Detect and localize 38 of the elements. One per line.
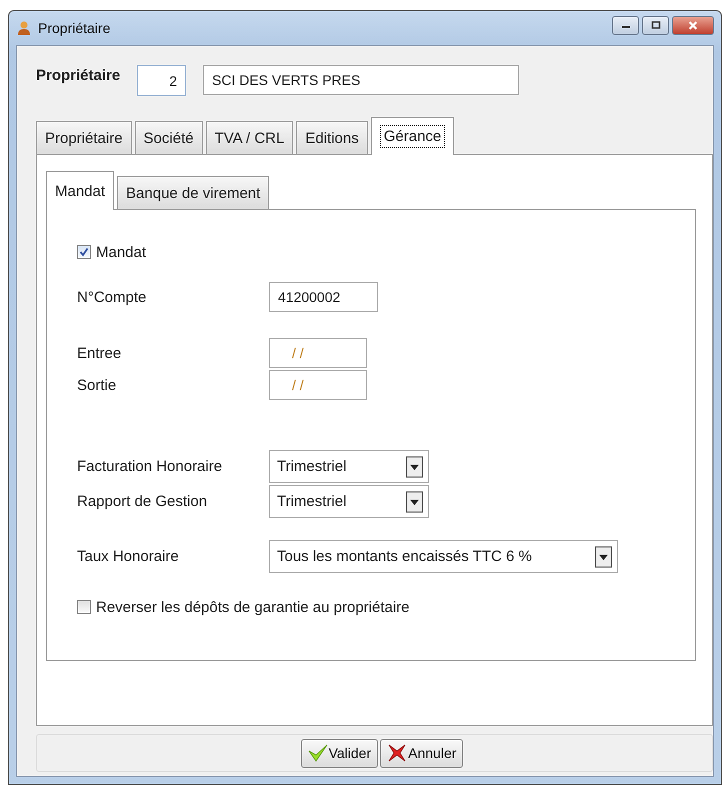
checkbox[interactable] (77, 600, 91, 614)
checkbox-label: Reverser les dépôts de garantie au propriétaire (96, 598, 410, 616)
owner-label: Propriétaire (36, 67, 122, 84)
checkbox-label: Mandat (96, 244, 146, 260)
dropdown[interactable]: Trimestriel (269, 485, 429, 518)
tab[interactable]: TVA / CRL (206, 121, 294, 154)
tab[interactable]: Gérance (370, 117, 454, 155)
tab[interactable]: Propriétaire (36, 121, 132, 154)
field-label: Rapport de Gestion (77, 493, 208, 510)
field-label: N°Compte (77, 288, 148, 306)
input-field[interactable]: 41200002 (269, 282, 378, 312)
close-button[interactable] (672, 16, 714, 34)
dropdown[interactable]: Trimestriel (269, 450, 429, 483)
tab[interactable]: Mandat (46, 171, 114, 210)
checkmark-icon (308, 744, 328, 762)
tab[interactable]: Editions (296, 121, 368, 154)
caret-icon (406, 490, 423, 512)
validate-button[interactable]: Valider (300, 738, 378, 768)
owner-number-field[interactable]: 2 (137, 65, 186, 96)
caret-icon (406, 456, 423, 478)
close-icon (687, 20, 699, 30)
tab[interactable]: Société (134, 121, 203, 154)
dropdown[interactable]: Tous les montants encaissés TTC 6 % (269, 540, 618, 573)
maximize-icon (650, 21, 660, 29)
cancel-button[interactable]: Annuler (380, 738, 464, 768)
field-label: Taux Honoraire (77, 548, 180, 565)
minimize-button[interactable] (612, 16, 639, 34)
tab[interactable]: Banque de virement (117, 176, 270, 209)
cross-icon (387, 744, 408, 762)
maximize-button[interactable] (642, 16, 669, 34)
field-label: Facturation Honoraire (77, 458, 224, 475)
owner-name-field[interactable]: SCI DES VERTS PRES (203, 65, 519, 95)
field-label: Sortie (77, 376, 118, 394)
checkbox[interactable] (77, 245, 91, 259)
window-title: Propriétaire (38, 20, 110, 36)
caret-icon (595, 546, 612, 568)
field-label: Entree (77, 344, 122, 362)
person-icon (16, 20, 32, 36)
